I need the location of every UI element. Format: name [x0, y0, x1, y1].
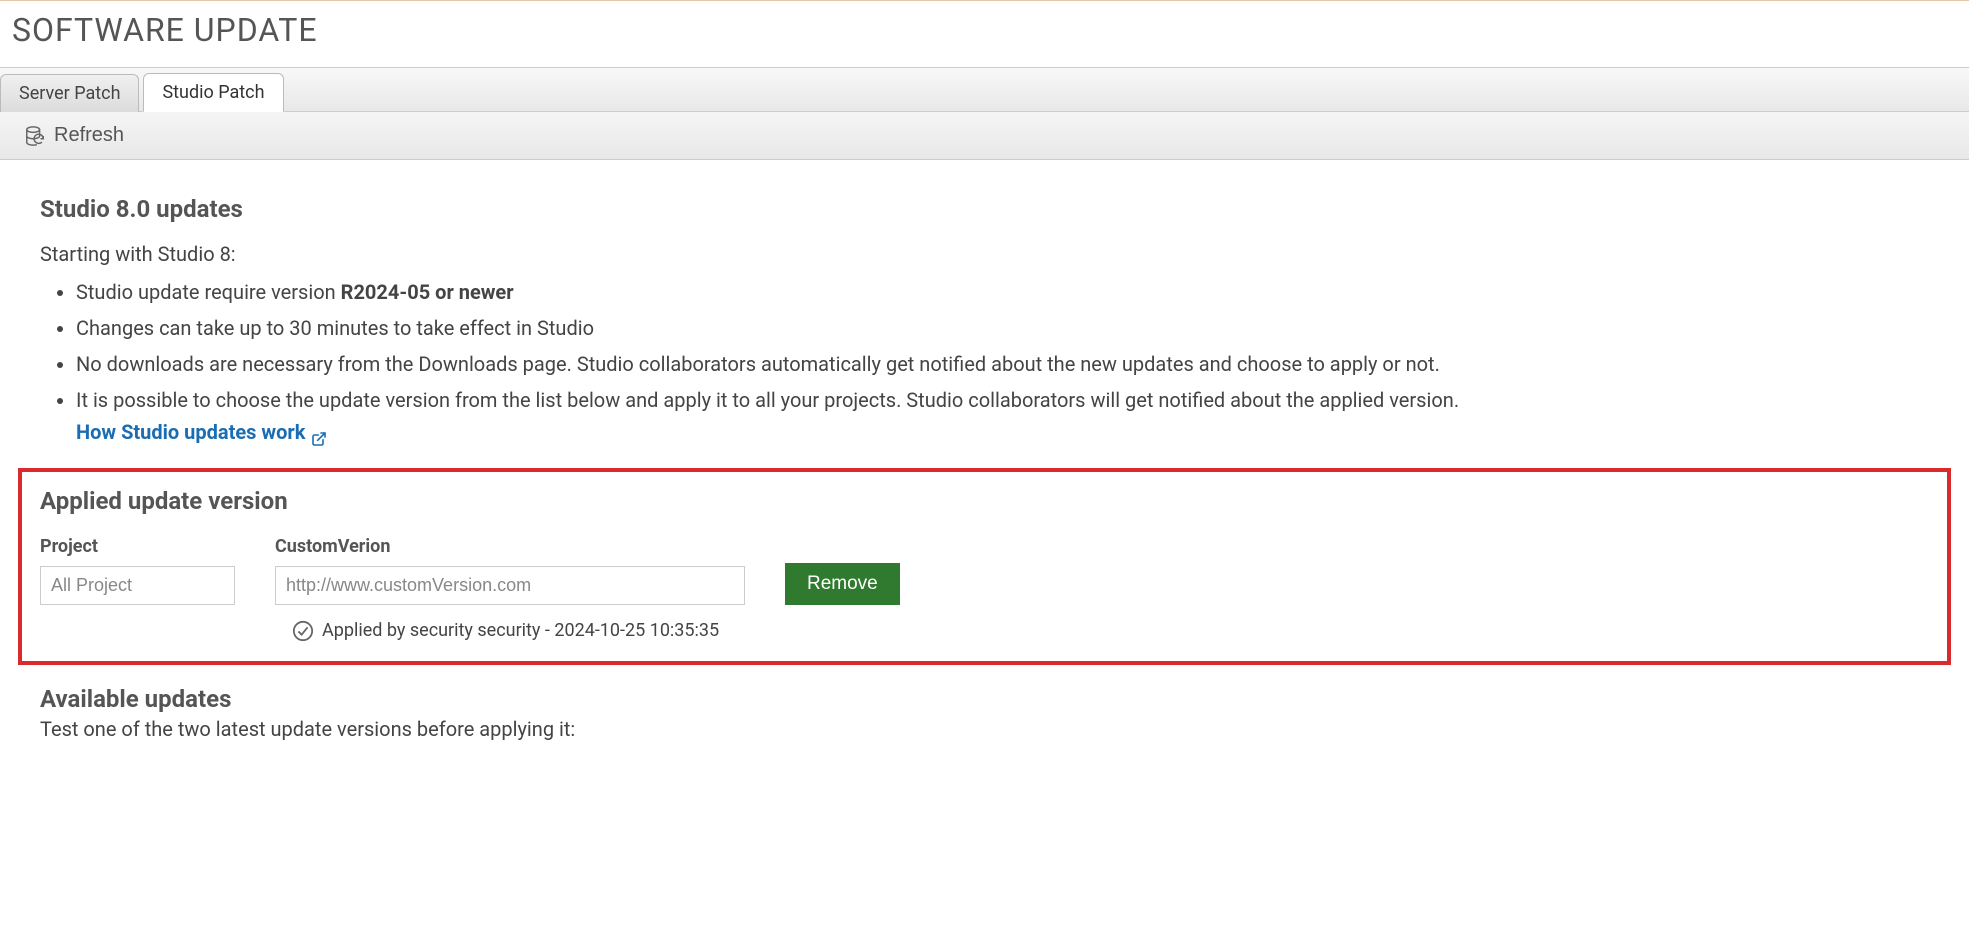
project-label: Project	[40, 533, 235, 562]
available-updates-heading: Available updates	[0, 685, 1969, 713]
database-refresh-icon	[24, 125, 46, 147]
studio-bullet-list: Studio update require version R2024-05 o…	[40, 276, 1929, 448]
list-item: No downloads are necessary from the Down…	[76, 348, 1929, 380]
how-updates-work-link[interactable]: How Studio updates work	[76, 416, 327, 448]
tab-bar: Server Patch Studio Patch	[0, 67, 1969, 112]
list-item: Changes can take up to 30 minutes to tak…	[76, 312, 1929, 344]
custom-version-input[interactable]	[275, 566, 745, 605]
available-updates-text: Test one of the two latest update versio…	[0, 713, 1969, 751]
bullet-text: It is possible to choose the update vers…	[76, 388, 1459, 412]
tab-server-patch[interactable]: Server Patch	[0, 74, 139, 112]
tab-studio-patch[interactable]: Studio Patch	[143, 73, 283, 112]
project-input[interactable]	[40, 566, 235, 605]
page-title: SOFTWARE UPDATE	[0, 0, 1969, 67]
custom-version-group: CustomVerion	[275, 533, 745, 605]
studio-intro-text: Starting with Studio 8:	[40, 238, 1929, 270]
toolbar: Refresh	[0, 112, 1969, 160]
list-item: Studio update require version R2024-05 o…	[76, 276, 1929, 308]
list-item: It is possible to choose the update vers…	[76, 384, 1929, 448]
refresh-label: Refresh	[54, 124, 124, 147]
applied-status-text: Applied by security security - 2024-10-2…	[322, 617, 719, 646]
external-link-icon	[311, 424, 327, 440]
project-group: Project	[40, 533, 235, 605]
applied-status-row: Applied by security security - 2024-10-2…	[292, 617, 1929, 646]
check-circle-icon	[292, 620, 314, 642]
applied-version-heading: Applied update version	[40, 482, 1929, 520]
link-text: How Studio updates work	[76, 416, 305, 448]
applied-version-box: Applied update version Project CustomVer…	[18, 468, 1951, 665]
applied-form-row: Project CustomVerion Remove	[40, 533, 1929, 605]
refresh-button[interactable]: Refresh	[20, 122, 128, 149]
bullet-text: Studio update require version	[76, 280, 341, 304]
remove-button[interactable]: Remove	[785, 563, 900, 605]
content-area: Studio 8.0 updates Starting with Studio …	[0, 160, 1969, 681]
studio-updates-heading: Studio 8.0 updates	[40, 190, 1929, 228]
bullet-bold: R2024-05 or newer	[341, 280, 514, 304]
custom-version-label: CustomVerion	[275, 533, 745, 562]
